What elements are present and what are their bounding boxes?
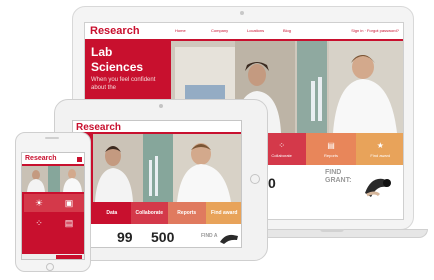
lightbulb-icon[interactable]: ☀ <box>24 194 54 212</box>
tile-reports[interactable]: ▤ Reports <box>306 133 356 165</box>
nav-company[interactable]: Company <box>211 28 247 33</box>
hero-title: Lab Sciences <box>91 45 143 75</box>
nav-home[interactable]: Home <box>175 28 211 33</box>
tablet-tile-data[interactable]: Data <box>93 202 131 224</box>
nav-blog[interactable]: Blog <box>283 28 319 33</box>
find-line2: GRANT: <box>325 177 352 184</box>
trophy-icon: ★ <box>376 140 384 150</box>
tablet-stat-1: 99 <box>117 229 133 245</box>
tile-collaborate-label: Collaborate <box>271 152 292 158</box>
tablet-feature-tiles: Data Collaborate Reports Find award <box>93 202 241 224</box>
tablet-tile-reports[interactable]: Reports <box>168 202 206 224</box>
device-mockup-stage: Research Home Company Locations Blog Sig… <box>0 0 434 280</box>
phone-lab-photo <box>22 166 84 192</box>
phone-logo[interactable]: Research <box>25 155 57 162</box>
hero-subtitle: When you feel confident about the <box>91 77 156 91</box>
laptop-logo[interactable]: Research <box>90 25 140 37</box>
chart-icon[interactable]: ▤ <box>54 214 84 232</box>
phone-screen: Research ☀ ▣ ⁘ ▤ <box>21 152 85 260</box>
tablet-home-button[interactable] <box>250 174 260 184</box>
tablet-tile-reports-label: Reports <box>177 210 197 216</box>
hero-title-line2: Sciences <box>91 60 144 74</box>
binoculars-icon <box>365 178 391 197</box>
laptop-notch <box>320 229 344 232</box>
phone-speaker <box>45 137 59 139</box>
tablet-tile-collaborate[interactable]: Collaborate <box>130 202 168 224</box>
chart-icon: ▤ <box>327 140 335 150</box>
tablet-tile-data-label: Data <box>106 210 118 216</box>
nav-locations[interactable]: Locations <box>247 28 283 33</box>
database-icon[interactable]: ▣ <box>54 194 84 212</box>
tablet-hero <box>73 134 241 202</box>
tile-reports-label: Reports <box>323 152 338 158</box>
tablet-find-heading: FIND A <box>201 233 218 239</box>
tile-empty-2[interactable] <box>54 234 84 252</box>
tile-find-award-label: Find award <box>370 152 391 158</box>
tablet-stat-2: 500 <box>151 229 175 245</box>
hero-title-line1: Lab <box>91 45 113 59</box>
tile-find-award[interactable]: ★ Find award <box>355 133 403 165</box>
laptop-header: Research Home Company Locations Blog Sig… <box>85 23 403 41</box>
find-line1: FIND <box>325 169 342 176</box>
phone-header: Research <box>22 153 84 166</box>
tile-empty-1[interactable] <box>24 234 54 252</box>
find-grant-heading: FIND GRANT: <box>325 169 351 185</box>
tablet-tile-find-award[interactable]: Find award <box>205 202 241 224</box>
laptop-feature-tiles: ⁘ Collaborate ▤ Reports ★ Find award <box>257 133 403 165</box>
phone-hero <box>22 166 84 192</box>
laptop-nav: Home Company Locations Blog <box>175 28 319 33</box>
phone-footer-badge[interactable] <box>56 255 82 259</box>
laptop-stat: 0 <box>268 175 276 191</box>
tablet-screen: Research Data Collaborate Reports Find a… <box>72 120 242 248</box>
tablet-tile-collaborate-label: Collaborate <box>135 210 163 216</box>
phone-tile-grid: ☀ ▣ ⁘ ▤ <box>22 192 84 254</box>
network-icon[interactable]: ⁘ <box>24 214 54 232</box>
network-icon: ⁘ <box>278 140 286 150</box>
binoculars-icon <box>220 234 238 244</box>
tablet-header: Research <box>73 121 241 134</box>
laptop-camera <box>240 11 244 15</box>
menu-icon[interactable] <box>77 157 82 162</box>
tablet-lab-photo <box>73 134 241 202</box>
tablet-tile-find-award-label: Find award <box>211 210 238 216</box>
sign-in-link[interactable]: Sign in · Forgot password? <box>351 28 399 33</box>
tablet-camera <box>159 104 163 108</box>
tablet-stats: 99 500 FIND A <box>73 224 241 247</box>
phone-home-button[interactable] <box>46 263 54 271</box>
phone-footer <box>22 254 84 259</box>
